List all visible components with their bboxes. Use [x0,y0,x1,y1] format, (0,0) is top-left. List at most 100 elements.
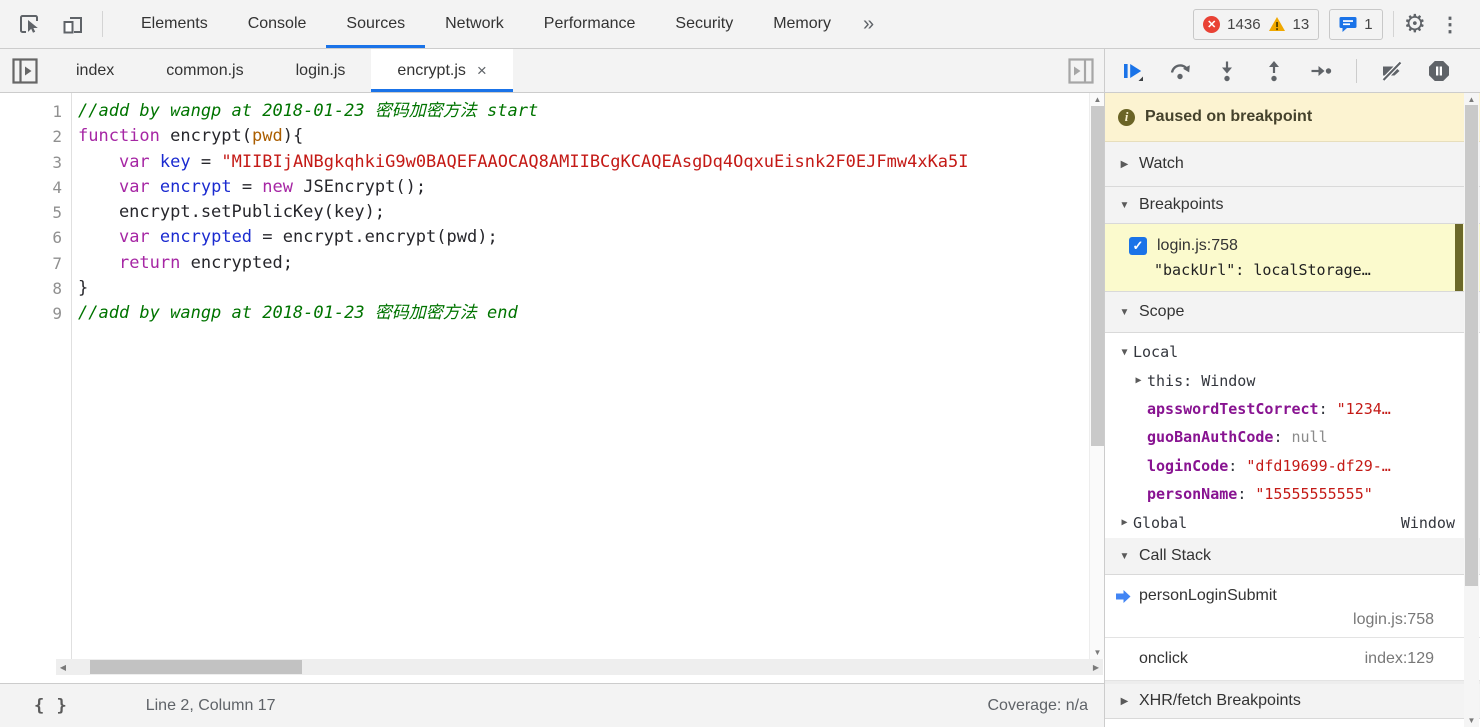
code-vertical-scrollbar[interactable]: ▲ ▼ [1089,93,1104,659]
hscroll-thumb[interactable] [90,660,302,674]
deactivate-breakpoints-icon[interactable] [1380,59,1404,83]
tab-network[interactable]: Network [425,0,524,48]
device-toolbar-icon[interactable] [58,9,88,39]
more-options-icon[interactable]: ⋮ [1436,12,1464,37]
scope-row-global[interactable]: ▶GlobalWindow [1105,508,1480,536]
tab-console[interactable]: Console [228,0,327,48]
inspect-element-icon[interactable] [14,9,44,39]
settings-gear-icon[interactable]: ⚙ [1404,12,1426,37]
code-token: var [119,227,150,247]
breakpoint-location[interactable]: login.js:758 [1157,237,1238,255]
show-navigator-icon[interactable] [10,56,40,86]
more-tabs-button[interactable]: » [851,0,886,48]
scope-row-logincode[interactable]: loginCode: "dfd19699-df29-… [1105,452,1480,480]
code-token: function [78,126,160,146]
scope-row-guobanauthcode[interactable]: guoBanAuthCode: null [1105,423,1480,451]
callstack-frame-onclick[interactable]: onclickindex:129 [1105,638,1480,681]
tab-memory[interactable]: Memory [753,0,851,48]
code-line[interactable]: function encrypt(pwd){ [78,124,1104,149]
pretty-print-button[interactable]: { } [34,696,68,716]
collapse-right-icon[interactable]: ▶ [1119,696,1130,707]
code-vscroll-thumb[interactable] [1091,106,1104,446]
code-lines[interactable]: //add by wangp at 2018-01-23 密码加密方法 star… [72,93,1104,659]
file-tab-login-js[interactable]: login.js [270,49,372,92]
code-line[interactable]: //add by wangp at 2018-01-23 密码加密方法 end [78,301,1104,326]
file-tab-common-js[interactable]: common.js [140,49,269,92]
collapse-right-icon[interactable]: ▶ [1119,159,1130,170]
section-scope[interactable]: ▼ Scope [1105,292,1480,333]
message-badge[interactable]: 1 [1329,9,1382,40]
code-editor[interactable]: 123456789 //add by wangp at 2018-01-23 密… [0,93,1104,659]
step-out-icon[interactable] [1262,59,1286,83]
file-tab-index[interactable]: index [50,49,140,92]
tab-elements[interactable]: Elements [121,0,228,48]
code-token: = [232,177,263,197]
expand-down-icon[interactable]: ▼ [1119,347,1130,358]
close-tab-icon[interactable]: × [477,61,487,81]
expand-right-icon[interactable]: ▶ [1119,517,1130,528]
scope-row-this[interactable]: ▶this: Window [1105,366,1480,394]
sidebar-scrollbar[interactable]: ▲ ▼ [1464,93,1479,727]
code-line[interactable]: } [78,276,1104,301]
line-number[interactable]: 2 [0,124,71,149]
breakpoint-code-snippet[interactable]: "backUrl": localStorage… [1154,261,1480,279]
line-number[interactable]: 1 [0,99,71,124]
step-icon[interactable] [1309,59,1333,83]
scope-row-apsswordtestcorrect[interactable]: apsswordTestCorrect: "1234… [1105,395,1480,423]
step-into-icon[interactable] [1215,59,1239,83]
line-number[interactable]: 8 [0,276,71,301]
collapse-down-icon[interactable]: ▼ [1119,307,1130,318]
expand-right-icon[interactable]: ▶ [1133,375,1144,386]
line-number[interactable]: 3 [0,150,71,175]
scope-row-personname[interactable]: personName: "15555555555" [1105,480,1480,508]
line-number[interactable]: 6 [0,225,71,250]
line-number[interactable]: 7 [0,251,71,276]
file-tab-label: login.js [296,62,346,80]
breakpoint-entry[interactable]: ✓ login.js:758 "backUrl": localStorage… [1105,224,1480,292]
file-tab-encrypt-js[interactable]: encrypt.js× [371,49,512,92]
watch-title: Watch [1139,155,1184,173]
section-breakpoints[interactable]: ▼ Breakpoints [1105,187,1480,224]
code-token: encrypt [160,177,232,197]
main-toolbar: ElementsConsoleSourcesNetworkPerformance… [0,0,1480,49]
pause-on-exceptions-icon[interactable] [1427,59,1451,83]
line-number[interactable]: 5 [0,200,71,225]
resume-script-icon[interactable] [1121,59,1145,83]
scroll-right-arrow[interactable]: ▶ [1089,659,1103,675]
code-token: = encrypt.encrypt(pwd); [252,227,498,247]
scroll-down-arrow[interactable]: ▼ [1464,714,1479,727]
tab-security[interactable]: Security [655,0,753,48]
collapse-down-icon[interactable]: ▼ [1119,200,1130,211]
hide-debugger-pane-icon[interactable] [1066,56,1096,86]
tab-performance[interactable]: Performance [524,0,656,48]
scroll-up-arrow[interactable]: ▲ [1090,93,1104,106]
code-line[interactable]: encrypt.setPublicKey(key); [78,200,1104,225]
line-number[interactable]: 9 [0,301,71,326]
collapse-down-icon[interactable]: ▼ [1119,551,1130,562]
callstack-frame-personloginsubmit[interactable]: personLoginSubmitlogin.js:758 [1105,575,1480,638]
code-line[interactable]: var encrypt = new JSEncrypt(); [78,175,1104,200]
code-line[interactable]: var encrypted = encrypt.encrypt(pwd); [78,225,1104,250]
code-line[interactable]: var key = "MIIBIjANBgkqhkiG9w0BAQEFAAOCA… [78,150,1104,175]
devtools-window: ElementsConsoleSourcesNetworkPerformance… [0,0,1480,727]
code-token: encrypted; [180,253,293,273]
code-horizontal-scrollbar[interactable]: ◀ ▶ [0,659,1104,675]
hscroll-track[interactable]: ◀ ▶ [56,659,1103,675]
section-call-stack[interactable]: ▼ Call Stack [1105,538,1480,575]
code-line[interactable]: return encrypted; [78,251,1104,276]
section-watch[interactable]: ▶ Watch [1105,142,1480,187]
tab-sources[interactable]: Sources [326,0,425,48]
code-line[interactable]: //add by wangp at 2018-01-23 密码加密方法 star… [78,99,1104,124]
console-error-warning-badge[interactable]: ✕ 1436 13 [1193,9,1319,40]
scroll-down-arrow[interactable]: ▼ [1090,646,1104,659]
sidebar-scroll-thumb[interactable] [1465,105,1478,586]
code-token: "MIIBIjANBgkqhkiG9w0BAQEFAAOCAQ8AMIIBCgK… [221,152,968,172]
line-number-gutter[interactable]: 123456789 [0,93,72,659]
line-number[interactable]: 4 [0,175,71,200]
section-xhr-breakpoints[interactable]: ▶ XHR/fetch Breakpoints [1105,681,1480,719]
step-over-icon[interactable] [1168,59,1192,83]
breakpoint-checkbox[interactable]: ✓ [1129,237,1147,255]
scroll-left-arrow[interactable]: ◀ [56,659,70,675]
scope-row-local[interactable]: ▼Local [1105,338,1480,366]
call-stack-title: Call Stack [1139,547,1211,565]
